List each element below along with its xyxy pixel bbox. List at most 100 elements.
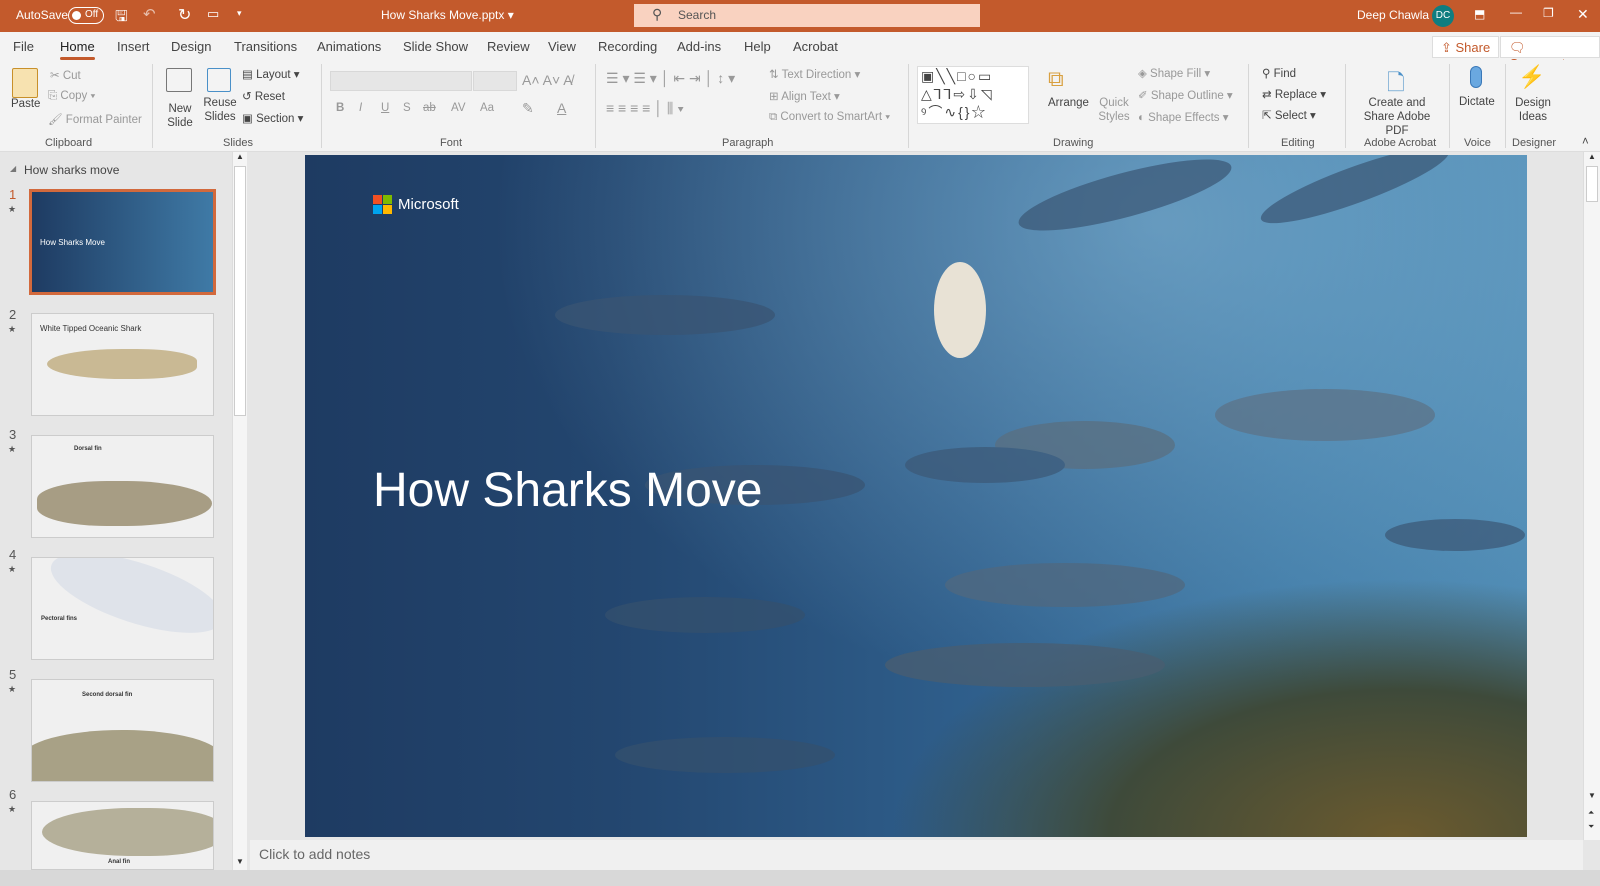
- file-name[interactable]: How Sharks Move.pptx ▾: [381, 8, 514, 22]
- ribbon-display-icon[interactable]: ⬒: [1474, 7, 1485, 21]
- panel-scrollbar[interactable]: ▲ ▼: [232, 152, 247, 870]
- scroll-up-icon[interactable]: ▲: [1588, 152, 1596, 161]
- shapes-gallery[interactable]: ▣╲╲□○▭ △⅂⅂⇨⇩◹ ꝰ⌒∿{}☆: [917, 66, 1029, 124]
- replace-button[interactable]: ⇄ Replace ▾: [1262, 87, 1326, 101]
- design-ideas-button[interactable]: Design Ideas: [1515, 96, 1551, 124]
- align-text-button[interactable]: ⊞ Align Text ▾: [769, 89, 840, 103]
- reuse-slides-button[interactable]: Reuse Slides: [203, 96, 237, 124]
- change-case-button[interactable]: Aa: [480, 102, 494, 114]
- scroll-thumb[interactable]: [234, 166, 246, 416]
- highlight-icon[interactable]: ✎: [522, 100, 534, 117]
- font-name-select[interactable]: [330, 71, 472, 91]
- arrange-button[interactable]: Arrange: [1048, 97, 1089, 109]
- slide-thumbnail-4[interactable]: Pectoral fins: [31, 557, 214, 660]
- shadow-button[interactable]: S: [403, 102, 411, 114]
- tab-add-ins[interactable]: Add-ins: [677, 39, 721, 54]
- share-button[interactable]: ⇪ Share: [1432, 36, 1500, 58]
- new-slide-button[interactable]: New Slide: [163, 102, 197, 130]
- copy-button[interactable]: ⎘ Copy ▾: [48, 90, 95, 103]
- slide-canvas[interactable]: Microsoft How Sharks Move: [305, 155, 1527, 837]
- text-direction-button[interactable]: ⇅ Text Direction ▾: [769, 67, 860, 81]
- redo-icon[interactable]: ↻: [178, 5, 191, 25]
- slide-thumbnail-3[interactable]: Dorsal fin: [31, 435, 214, 538]
- section-collapse-icon[interactable]: ◢: [10, 164, 16, 173]
- align-icons[interactable]: ≡ ≡ ≡ ≡ │ ⫼ ▾: [606, 100, 684, 117]
- slide-thumbnail-2[interactable]: White Tipped Oceanic Shark: [31, 313, 214, 416]
- paste-icon: [12, 68, 38, 98]
- tab-file[interactable]: File: [13, 39, 34, 54]
- layout-button[interactable]: ▤ Layout ▾: [242, 67, 300, 81]
- tab-recording[interactable]: Recording: [598, 39, 657, 54]
- convert-smartart-label: Convert to SmartArt: [780, 111, 883, 123]
- section-button[interactable]: ▣ Section ▾: [242, 111, 303, 125]
- scroll-thumb[interactable]: [1586, 166, 1598, 202]
- minimize-icon[interactable]: —: [1510, 5, 1522, 19]
- create-share-pdf-button[interactable]: Create and Share Adobe PDF: [1352, 96, 1442, 138]
- bullets-icon[interactable]: ☰ ▾ ☰ ▾ │ ⇤ ⇥ │ ↕ ▾: [606, 70, 735, 87]
- section-title[interactable]: How sharks move: [24, 163, 119, 177]
- tab-help[interactable]: Help: [744, 39, 771, 54]
- animation-star-icon: ★: [8, 204, 17, 214]
- font-size-select[interactable]: [473, 71, 517, 91]
- reset-button[interactable]: ↺ Reset: [242, 89, 285, 103]
- tab-home[interactable]: Home: [60, 39, 95, 60]
- slide-scrollbar[interactable]: ▲ ▼ ⏶ ⏷: [1583, 152, 1600, 840]
- tab-view[interactable]: View: [548, 39, 576, 54]
- layout-label: Layout: [256, 69, 291, 81]
- save-icon[interactable]: 🖫: [115, 6, 128, 31]
- shark-image: [37, 481, 212, 526]
- scroll-up-icon[interactable]: ▲: [236, 152, 244, 161]
- shape-outline-button[interactable]: ✐ Shape Outline ▾: [1138, 88, 1233, 102]
- autosave-toggle[interactable]: Off: [68, 7, 104, 24]
- char-spacing-button[interactable]: AV: [451, 102, 466, 114]
- slide-number: 3: [9, 427, 17, 442]
- tab-acrobat[interactable]: Acrobat: [793, 39, 838, 54]
- shark: [605, 597, 805, 633]
- strikethrough-button[interactable]: ab: [423, 102, 436, 114]
- search-input[interactable]: ⚲ Search: [634, 4, 980, 27]
- dictate-button[interactable]: Dictate: [1459, 96, 1495, 108]
- comments-button[interactable]: 🗨 Comments: [1500, 36, 1600, 71]
- shape-effects-button[interactable]: ◐ Shape Effects ▾: [1138, 110, 1229, 124]
- slide-title[interactable]: How Sharks Move: [373, 463, 762, 518]
- replace-label: Replace: [1274, 89, 1318, 101]
- previous-slide-icon[interactable]: ⏶: [1588, 808, 1594, 818]
- notes-pane[interactable]: Click to add notes: [250, 840, 1583, 870]
- tab-design[interactable]: Design: [171, 39, 211, 54]
- italic-button[interactable]: I: [359, 102, 362, 114]
- slide-thumbnail-6[interactable]: Anal fin: [31, 801, 214, 870]
- tab-slide-show[interactable]: Slide Show: [403, 39, 468, 54]
- customize-qat-icon[interactable]: ▾: [237, 8, 242, 19]
- font-grow-icon[interactable]: A˄ A˅ A̸: [522, 72, 573, 88]
- paste-button[interactable]: Paste: [11, 98, 40, 110]
- shape-fill-button[interactable]: ◈ Shape Fill ▾: [1138, 66, 1210, 80]
- select-button[interactable]: ⇱ Select ▾: [1262, 108, 1316, 122]
- underline-button[interactable]: U: [381, 102, 389, 114]
- slide-thumbnail-1[interactable]: How Sharks Move: [29, 189, 216, 295]
- tab-review[interactable]: Review: [487, 39, 530, 54]
- restore-icon[interactable]: ❐: [1543, 6, 1554, 20]
- tab-transitions[interactable]: Transitions: [234, 39, 297, 54]
- bold-button[interactable]: B: [336, 102, 344, 114]
- font-color-button[interactable]: A: [557, 100, 566, 116]
- convert-smartart-button[interactable]: ⧉ Convert to SmartArt ▾: [769, 111, 890, 124]
- animation-star-icon: ★: [8, 684, 17, 694]
- next-slide-icon[interactable]: ⏷: [1588, 822, 1594, 832]
- thumb-title: Anal fin: [108, 859, 130, 865]
- close-icon[interactable]: ✕: [1577, 6, 1589, 23]
- cut-button[interactable]: ✂ Cut: [50, 68, 81, 82]
- shape-fill-label: Shape Fill: [1150, 68, 1202, 80]
- find-button[interactable]: ⚲ Find: [1262, 66, 1296, 80]
- font-group-label: Font: [440, 137, 463, 149]
- present-icon[interactable]: ▭: [207, 6, 219, 22]
- format-painter-button[interactable]: 🖌 Format Painter: [48, 112, 142, 126]
- collapse-ribbon-icon[interactable]: ˄: [1582, 136, 1589, 148]
- quick-styles-button[interactable]: Quick Styles: [1097, 96, 1131, 124]
- scroll-down-icon[interactable]: ▼: [1588, 791, 1596, 800]
- tab-insert[interactable]: Insert: [117, 39, 150, 54]
- undo-icon[interactable]: ↶: [143, 5, 156, 23]
- slide-thumbnail-5[interactable]: Second dorsal fin: [31, 679, 214, 782]
- scroll-down-icon[interactable]: ▼: [236, 857, 244, 866]
- tab-animations[interactable]: Animations: [317, 39, 381, 54]
- avatar[interactable]: DC: [1432, 5, 1454, 27]
